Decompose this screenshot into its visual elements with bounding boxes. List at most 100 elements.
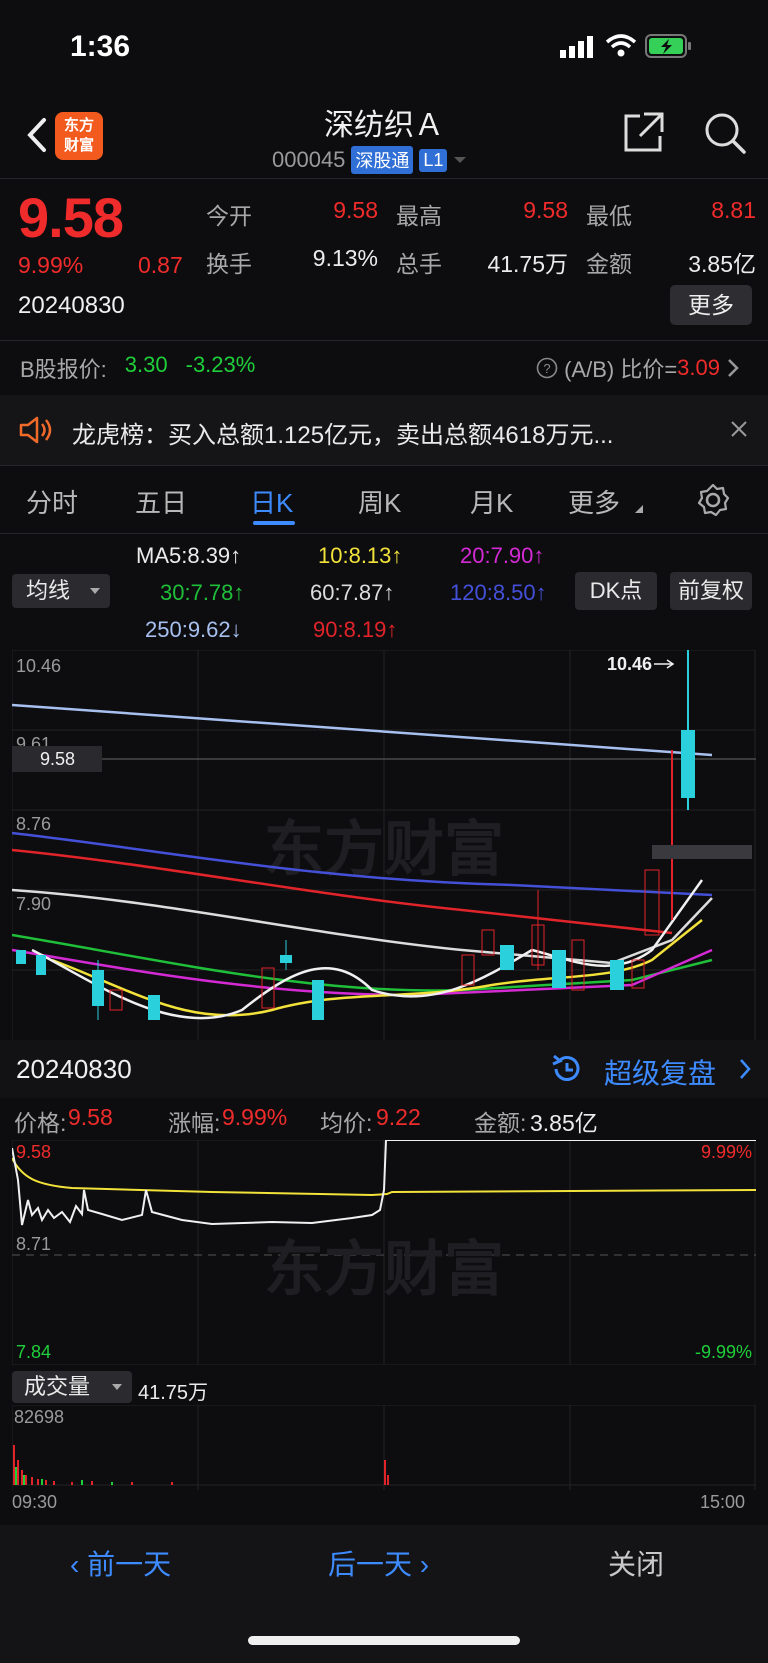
stat-value-turnover: 9.13% bbox=[312, 245, 378, 271]
stat-value-open: 9.58 bbox=[333, 197, 378, 223]
super-replay-link[interactable]: 超级复盘 bbox=[604, 1052, 716, 1092]
volume-bars bbox=[13, 1445, 389, 1485]
ma-selector[interactable]: 均线 bbox=[12, 574, 110, 608]
connect-badge: 深股通 bbox=[351, 146, 414, 174]
stat-value-volume: 41.75万 bbox=[487, 251, 568, 277]
time-end: 15:00 bbox=[700, 1492, 746, 1512]
tab-monthly-k[interactable]: 月K bbox=[470, 483, 513, 520]
high-marker: 10.46 bbox=[607, 654, 652, 674]
ma5-value: MA5:8.39↑ bbox=[136, 543, 242, 568]
close-icon[interactable] bbox=[730, 420, 748, 438]
volume-header: 成交量 41.75万 bbox=[0, 1367, 768, 1407]
pct-value: 9.99% bbox=[222, 1104, 288, 1130]
history-icon[interactable] bbox=[550, 1052, 584, 1086]
notice-text[interactable]: 龙虎榜：买入总额1.125亿元，卖出总额4618万元... bbox=[72, 415, 613, 450]
stock-subtitle: 000045 深股通 L1 bbox=[272, 146, 467, 174]
avg-value: 9.22 bbox=[376, 1104, 421, 1130]
pct-label: 涨幅: bbox=[168, 1110, 221, 1136]
volume-chart[interactable]: 82698 bbox=[12, 1405, 756, 1490]
dk-point-button[interactable]: DK点 bbox=[575, 572, 657, 610]
stat-value-high: 9.58 bbox=[523, 197, 568, 223]
stat-label-high: 最高 bbox=[396, 203, 442, 229]
chevron-right-icon[interactable] bbox=[726, 357, 740, 379]
b-share-price: 3.30 bbox=[124, 352, 168, 377]
tab-five-day[interactable]: 五日 bbox=[135, 483, 187, 520]
home-indicator bbox=[248, 1636, 520, 1645]
day-detail-bar: 20240830 超级复盘 bbox=[0, 1040, 768, 1098]
ab-ratio-value: 3.09 bbox=[677, 355, 720, 380]
tab-intraday[interactable]: 分时 bbox=[26, 483, 78, 520]
search-icon[interactable] bbox=[702, 110, 748, 156]
ma-selector-label: 均线 bbox=[26, 578, 71, 603]
stat-label-turnover: 换手 bbox=[206, 251, 252, 277]
ma250-value: 250:9.62↓ bbox=[145, 617, 242, 642]
chevron-right-icon[interactable] bbox=[738, 1057, 752, 1081]
svg-text:?: ? bbox=[543, 361, 550, 376]
ab-ratio-label: (A/B) 比价= bbox=[564, 357, 678, 382]
chart-watermark: 东方财富 bbox=[264, 816, 504, 883]
volume-selector[interactable]: 成交量 bbox=[12, 1371, 132, 1403]
status-time: 1:36 bbox=[70, 30, 131, 63]
ma10-value: 10:8.13↑ bbox=[318, 543, 403, 568]
close-button[interactable]: 关闭 bbox=[608, 1543, 664, 1583]
axis-label-1: 10.46 bbox=[16, 656, 61, 676]
active-tab-indicator bbox=[253, 521, 295, 525]
caret-icon bbox=[635, 505, 643, 513]
dropdown-caret-icon bbox=[112, 1384, 122, 1390]
stat-label-low: 最低 bbox=[586, 203, 632, 229]
next-day-label: 后一天 bbox=[328, 1549, 413, 1580]
ma90-value: 90:8.19↑ bbox=[313, 617, 398, 642]
adjust-mode-label: 前复权 bbox=[677, 578, 744, 603]
b-share-pct: -3.23% bbox=[185, 352, 256, 377]
change-value: 0.87 bbox=[138, 252, 183, 278]
dropdown-caret-icon bbox=[90, 588, 100, 594]
more-button[interactable]: 更多 bbox=[670, 285, 752, 325]
battery-icon bbox=[645, 34, 691, 58]
ab-ratio[interactable]: ? (A/B) 比价= 3.09 bbox=[536, 352, 740, 384]
b-share-label: B股报价: bbox=[20, 357, 107, 382]
price-tag: 9.58 bbox=[40, 749, 75, 769]
help-icon[interactable]: ? bbox=[536, 357, 558, 379]
current-price: 9.58 bbox=[18, 186, 124, 249]
share-icon[interactable] bbox=[620, 110, 666, 156]
min-axis-top-right: 9.99% bbox=[701, 1142, 752, 1162]
signal-icon bbox=[560, 36, 593, 58]
caret-down-icon[interactable] bbox=[453, 155, 467, 165]
ma60-value: 60:7.87↑ bbox=[310, 580, 395, 605]
prev-day-label: 前一天 bbox=[87, 1549, 172, 1580]
chevron-right-icon: › bbox=[412, 1549, 430, 1580]
tab-daily-k[interactable]: 日K bbox=[250, 483, 293, 520]
amount-label: 金额: bbox=[474, 1110, 527, 1136]
tab-weekly-k[interactable]: 周K bbox=[358, 483, 401, 520]
next-day-button[interactable]: 后一天 › bbox=[328, 1543, 429, 1583]
intraday-chart[interactable]: 东方财富 9.58 8.71 7.84 9.99% -9.99% bbox=[12, 1140, 756, 1365]
chevron-left-icon: ‹ bbox=[70, 1549, 88, 1580]
tab-more[interactable]: 更多 bbox=[568, 483, 620, 520]
stat-label-open: 今开 bbox=[206, 203, 252, 229]
kline-chart[interactable]: 东方财富 10.46 9.61 8.76 7.90 9.58 10.46 bbox=[12, 650, 756, 1040]
settings-gear-icon[interactable] bbox=[695, 482, 731, 518]
detail-date: 20240830 bbox=[16, 1054, 132, 1084]
adjust-mode-button[interactable]: 前复权 bbox=[670, 572, 752, 610]
price-label: 价格: bbox=[14, 1110, 67, 1136]
ma120-value: 120:8.50↑ bbox=[450, 580, 547, 605]
volume-selector-label: 成交量 bbox=[24, 1374, 91, 1399]
min-axis-bottom-right: -9.99% bbox=[695, 1342, 752, 1362]
status-bar: 1:36 bbox=[0, 0, 768, 100]
day-info-row: 价格: 9.58 涨幅: 9.99% 均价: 9.22 金额: 3.85亿 bbox=[0, 1098, 768, 1140]
axis-label-4: 7.90 bbox=[16, 894, 51, 914]
speaker-icon bbox=[19, 416, 52, 444]
prev-day-button[interactable]: ‹ 前一天 bbox=[70, 1543, 171, 1583]
level-badge: L1 bbox=[419, 148, 448, 172]
volume-total: 41.75万 bbox=[138, 1382, 209, 1404]
stat-value-low: 8.81 bbox=[711, 197, 756, 223]
avg-label: 均价: bbox=[320, 1110, 373, 1136]
stat-value-amount: 3.85亿 bbox=[688, 251, 756, 277]
time-start: 09:30 bbox=[12, 1492, 58, 1512]
b-share-quote[interactable]: B股报价: 3.30 -3.23% bbox=[20, 352, 255, 384]
stock-code: 000045 bbox=[272, 147, 346, 172]
axis-label-3: 8.76 bbox=[16, 814, 51, 834]
ma20-value: 20:7.90↑ bbox=[460, 543, 545, 568]
dk-point-label: DK点 bbox=[589, 578, 643, 603]
wifi-icon bbox=[605, 34, 637, 57]
